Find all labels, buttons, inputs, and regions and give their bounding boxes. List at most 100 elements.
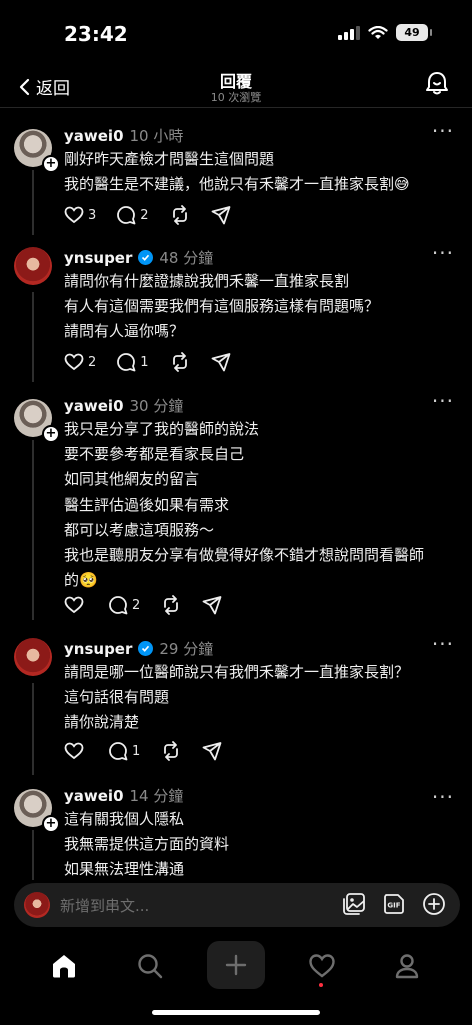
post-time: 10 小時 [129,127,184,145]
post-actions: 3 2 [64,205,251,225]
battery-indicator: 49 [396,24,432,41]
reply-count: 2 [140,207,149,223]
avatar-image [14,638,52,676]
add-circle-icon[interactable] [422,892,446,916]
avatar-image [14,247,52,285]
like-button[interactable] [64,742,88,760]
repost-icon [164,741,179,761]
post-line: 我只是分享了我的醫師的說法 [64,420,260,438]
avatar[interactable] [14,638,52,676]
heart-icon [64,742,84,760]
username[interactable]: ynsuper [64,640,132,658]
gif-icon[interactable]: GIF [382,892,406,916]
tab-activity[interactable] [308,953,336,983]
status-bar: 23:42 49 [0,0,472,62]
like-button[interactable] [64,596,88,614]
more-options-button[interactable]: ··· [432,241,454,265]
activity-button[interactable] [424,70,450,100]
heart-icon [64,353,84,371]
username[interactable]: yawei0 [64,397,124,415]
tab-search[interactable] [137,953,163,983]
search-icon [138,954,163,979]
share-button[interactable] [211,352,231,372]
reply-post: ynsuper 29 分鐘 ··· 請問是哪一位醫師說只有我們禾馨才一直推家長割… [0,632,472,768]
wifi-icon [368,25,388,39]
tab-home[interactable] [50,953,78,983]
repost-button[interactable] [160,595,182,615]
post-text: 我只是分享了我的醫師的說法 要不要參考都是看家長自己 如同其他網友的留言 醫生評… [64,417,456,593]
tab-profile[interactable] [394,953,420,983]
reply-composer[interactable]: 新增到串文... GIF [14,883,460,927]
threads-activity-icon [426,72,448,95]
heart-icon [64,596,84,614]
post-line: 這句話很有問題 [64,688,170,707]
repost-icon [172,352,187,372]
repost-button[interactable] [169,352,191,372]
like-button[interactable]: 3 [64,206,96,224]
post-time: 30 分鐘 [129,397,184,415]
post-actions: 2 1 [64,352,251,372]
more-options-button[interactable]: ··· [432,389,454,413]
repost-button[interactable] [160,741,182,761]
post-line: 有人有這個需要我們有這個服務這樣有問題嗎？ [64,297,380,316]
reply-button[interactable]: 1 [108,741,140,761]
reply-button[interactable]: 2 [116,205,149,225]
send-icon [211,353,230,372]
reply-post: + yawei0 30 分鐘 ··· 我只是分享了我的醫師的說法 要不要參考都是… [0,389,472,620]
status-icons: 49 [338,24,432,41]
follow-plus-icon[interactable]: + [42,425,60,443]
follow-plus-icon[interactable]: + [42,155,60,173]
reply-button[interactable]: 1 [116,352,149,372]
reply-input[interactable]: 新增到串文... [60,895,149,916]
reply-button[interactable]: 2 [108,595,140,615]
post-line: 的🥺 [64,571,98,590]
tab-new-post[interactable] [207,941,265,989]
post-line: 要不要參考都是看家長自己 [64,445,245,464]
post-line: 都可以考慮這項服務～ [64,520,215,539]
repost-button[interactable] [169,205,191,225]
repost-icon [164,595,179,615]
post-line: 我的醫生是不建議，他說只有禾馨才一直推家長割😅 [64,175,410,194]
reply-post: + yawei0 14 分鐘 ··· 這有關我個人隱私 我無需提供這方面的資料 … [0,785,472,880]
avatar[interactable]: + [14,399,60,443]
post-line: 我無需提供這方面的資料 [64,835,230,854]
reply-post: ynsuper 48 分鐘 ··· 請問你有什麼證據說我們禾馨一直推家長割 有人… [0,241,472,382]
avatar[interactable]: + [14,789,60,833]
avatar[interactable] [14,247,52,285]
reply-count: 1 [132,743,141,759]
share-button[interactable] [211,205,231,225]
svg-text:GIF: GIF [387,902,400,910]
more-options-button[interactable]: ··· [432,785,454,809]
post-header: yawei0 30 分鐘 [64,395,183,416]
send-icon [202,742,222,761]
profile-icon [395,954,419,979]
post-line: 剛好昨天產檢才問醫生這個問題 [64,150,275,168]
like-button[interactable]: 2 [64,353,96,371]
post-header: ynsuper 29 分鐘 [64,638,213,659]
photo-gallery-icon[interactable] [342,892,366,916]
username[interactable]: ynsuper [64,249,132,267]
avatar[interactable]: + [14,129,60,173]
reply-post: + yawei0 10 小時 ··· 剛好昨天產檢才問醫生這個問題 我的醫生是不… [0,119,472,235]
comment-icon [109,742,128,761]
username[interactable]: yawei0 [64,787,124,805]
post-text: 剛好昨天產檢才問醫生這個問題 我的醫生是不建議，他說只有禾馨才一直推家長割😅 [64,147,456,197]
reply-count: 1 [140,354,149,370]
post-line: 請你說清楚 [64,713,140,732]
post-header: ynsuper 48 分鐘 [64,247,213,268]
like-count: 2 [88,354,97,370]
post-line: 請問有人逼你嗎？ [64,322,185,341]
bottom-tab-bar [0,935,472,997]
post-time: 14 分鐘 [129,787,184,805]
share-button[interactable] [202,741,222,761]
more-options-button[interactable]: ··· [432,119,454,143]
view-count: 10 次瀏覽 [210,91,262,104]
share-button[interactable] [202,595,222,615]
username[interactable]: yawei0 [64,127,124,145]
heart-icon [64,206,84,224]
follow-plus-icon[interactable]: + [42,815,60,833]
comment-icon [117,206,136,225]
post-line: 這有關我個人隱私 [64,810,185,828]
more-options-button[interactable]: ··· [432,632,454,656]
post-line: 請問是哪一位醫師說只有我們禾馨才一直推家長割？ [64,663,410,681]
